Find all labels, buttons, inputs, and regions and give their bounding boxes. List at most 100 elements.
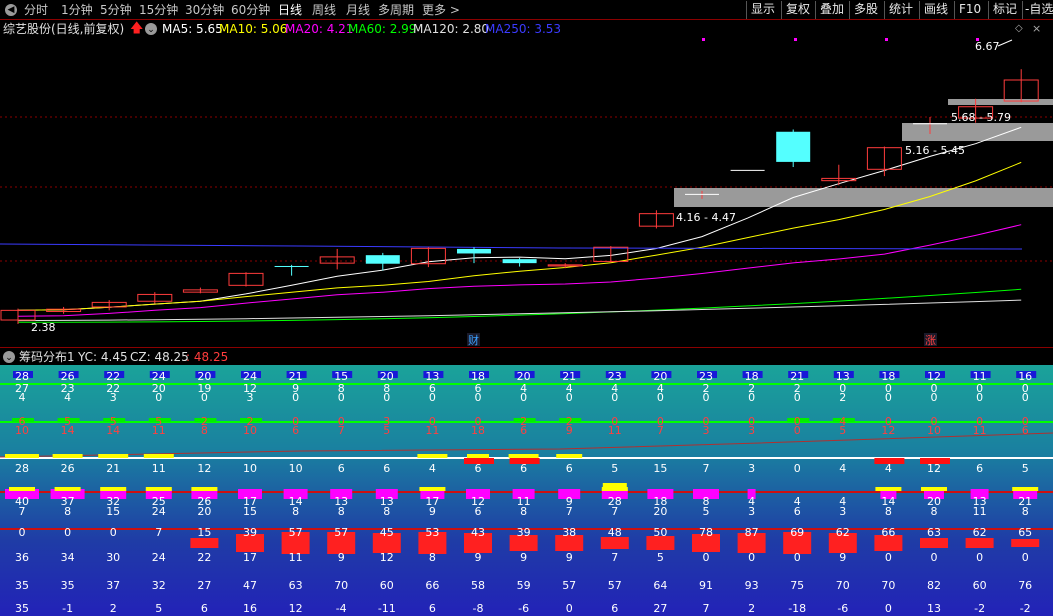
chip-cell-r2-c14: 0 bbox=[657, 391, 664, 404]
chip-cell-r2-c19: 0 bbox=[885, 391, 892, 404]
tab-period-6[interactable]: 日线 bbox=[278, 2, 302, 18]
diamond-icon[interactable]: ◇ bbox=[1015, 22, 1023, 36]
moving-average-lines bbox=[0, 126, 1023, 323]
chip-cell-r7-c1: 8 bbox=[64, 505, 71, 518]
chip-yellow-bar-7 bbox=[556, 454, 583, 458]
chip-cell-r7-c22: 8 bbox=[1022, 505, 1029, 518]
chip-yellow-cap-8 bbox=[921, 487, 947, 491]
chip-cell-r9-c5: 17 bbox=[243, 551, 257, 564]
chip-cell-r10-c0: 35 bbox=[15, 579, 29, 592]
candlestick-chart[interactable]: 6.67 5.68 - 5.79 5.16 - 5.45 4.16 - 4.47 2.3… bbox=[0, 38, 1053, 347]
tool-button-5[interactable]: 画线 bbox=[919, 1, 952, 19]
chip-cell-r11-c2: 2 bbox=[110, 602, 117, 615]
ma20-line bbox=[17, 224, 1022, 317]
chip-distribution-panel[interactable]: 28 26 22 24 20 24 21 15 20 13 18 20 21 23 20 23 18 21 13 18… bbox=[0, 365, 1053, 616]
chip-yellow-cap-0 bbox=[9, 487, 35, 491]
price-tag-1: 5.68 - 5.79 bbox=[951, 111, 1011, 124]
chip-cell-r2-c21: 0 bbox=[976, 391, 983, 404]
chip-cell-r8-c3: 7 bbox=[155, 526, 162, 539]
chip-cell-r2-c20: 0 bbox=[931, 391, 938, 404]
chip-cell-r2-c6: 0 bbox=[292, 391, 299, 404]
candle-body-6 bbox=[274, 265, 309, 267]
chip-cell-r8-c1: 0 bbox=[64, 526, 71, 539]
chip-cell-r8-c13: 48 bbox=[608, 526, 622, 539]
chip-cell-r5-c8: 6 bbox=[383, 462, 390, 475]
chip-yellow-cap-3 bbox=[145, 487, 172, 491]
tool-button-0[interactable]: 显示 bbox=[746, 1, 779, 19]
chip-range-box-0 bbox=[948, 99, 1053, 105]
chip-cell-r10-c2: 37 bbox=[106, 579, 120, 592]
chip-yellow-cap-2 bbox=[100, 487, 127, 491]
chip-yellow-cap-7 bbox=[875, 487, 902, 491]
chip-cell-r9-c14: 5 bbox=[657, 551, 664, 564]
chip-cell-r2-c7: 0 bbox=[338, 391, 345, 404]
chip-cell-r2-c17: 0 bbox=[794, 391, 801, 404]
chip-cell-r11-c12: 0 bbox=[566, 602, 573, 615]
tool-button-8[interactable]: -自选 bbox=[1022, 1, 1053, 19]
chip-cell-r2-c15: 0 bbox=[703, 391, 710, 404]
chip-cell-r4-c21: 11 bbox=[973, 424, 987, 437]
tool-button-6[interactable]: F10 bbox=[954, 1, 985, 19]
chip-cell-r5-c17: 0 bbox=[794, 462, 801, 475]
chip-cell-r4-c15: 3 bbox=[703, 424, 710, 437]
close-icon[interactable]: × bbox=[1032, 22, 1041, 36]
tool-button-7[interactable]: 标记 bbox=[988, 1, 1021, 19]
ma20-label: MA20: 4.21 bbox=[285, 22, 354, 36]
price-tag-0: 6.67 bbox=[975, 40, 1000, 53]
tab-period-9[interactable]: 多周期 bbox=[378, 2, 414, 18]
chip-cell-r8-c10: 43 bbox=[471, 526, 485, 539]
chip-cell-r4-c18: 5 bbox=[839, 424, 846, 437]
tab-period-4[interactable]: 30分钟 bbox=[185, 2, 224, 18]
ma5-label: MA5: 5.65 bbox=[162, 22, 223, 36]
chip-cell-r8-c20: 63 bbox=[927, 526, 941, 539]
tab-period-5[interactable]: 60分钟 bbox=[231, 2, 270, 18]
chip-cell-r10-c18: 70 bbox=[836, 579, 850, 592]
chip-cell-r8-c5: 39 bbox=[243, 526, 257, 539]
chip-cell-r8-c0: 0 bbox=[19, 526, 26, 539]
chip-cell-r11-c21: -2 bbox=[974, 602, 985, 615]
chip-cell-r5-c15: 7 bbox=[703, 462, 710, 475]
tab-period-1[interactable]: 1分钟 bbox=[61, 2, 93, 18]
tab-period-2[interactable]: 5分钟 bbox=[100, 2, 132, 18]
ma250-line bbox=[0, 243, 1023, 250]
tab-period-10[interactable]: 更多 > bbox=[422, 2, 460, 18]
tool-button-4[interactable]: 统计 bbox=[884, 1, 917, 19]
tool-button-2[interactable]: 叠加 bbox=[815, 1, 848, 19]
stock-title[interactable]: 综艺股份(日线,前复权) bbox=[3, 22, 124, 36]
ma10-line bbox=[17, 161, 1022, 311]
chip-cell-r9-c0: 36 bbox=[15, 551, 29, 564]
chip-cell-r5-c20: 12 bbox=[927, 462, 941, 475]
chip-cell-r5-c11: 6 bbox=[520, 462, 527, 475]
chip-cell-r8-c9: 53 bbox=[425, 526, 439, 539]
red-up-arrow-icon: 🡅 bbox=[130, 21, 144, 36]
chip-cell-r10-c11: 59 bbox=[517, 579, 531, 592]
chip-cell-r10-c4: 27 bbox=[197, 579, 211, 592]
chip-cell-r9-c20: 0 bbox=[931, 551, 938, 564]
candle-body-10 bbox=[457, 248, 491, 254]
chevron-down-icon[interactable]: ⌄ bbox=[3, 351, 15, 363]
tab-period-0[interactable]: 分时 bbox=[24, 2, 48, 18]
tool-button-1[interactable]: 复权 bbox=[781, 1, 814, 19]
chip-cell-r8-c12: 38 bbox=[562, 526, 576, 539]
tab-period-8[interactable]: 月线 bbox=[346, 2, 370, 18]
chip-cell-r9-c4: 22 bbox=[197, 551, 211, 564]
event-tag-0: 财 bbox=[468, 333, 479, 347]
chip-cell-r7-c13: 7 bbox=[611, 505, 618, 518]
chip-title[interactable]: 筹码分布1 bbox=[19, 350, 75, 364]
top-toolbar: ◀ 分时 1分钟 5分钟 15分钟 30分钟 60分钟 日线 周线 月线 多周期… bbox=[0, 0, 1053, 20]
tab-period-7[interactable]: 周线 bbox=[312, 2, 336, 18]
chip-cell-r11-c20: 13 bbox=[927, 602, 941, 615]
chip-cell-r4-c1: 14 bbox=[61, 424, 75, 437]
chip-cell-r7-c0: 7 bbox=[19, 505, 26, 518]
chip-cell-r8-c15: 78 bbox=[699, 526, 713, 539]
menu-arrow-icon[interactable]: ◀ bbox=[5, 4, 17, 16]
chip-cell-r5-c14: 15 bbox=[653, 462, 667, 475]
chip-cell-r4-c16: 3 bbox=[748, 424, 755, 437]
chip-cell-r7-c10: 6 bbox=[475, 505, 482, 518]
chip-cell-r2-c10: 0 bbox=[475, 391, 482, 404]
chip-cell-r5-c9: 4 bbox=[429, 462, 436, 475]
chip-cell-r9-c10: 9 bbox=[475, 551, 482, 564]
tool-button-3[interactable]: 多股 bbox=[849, 1, 882, 19]
tab-period-3[interactable]: 15分钟 bbox=[139, 2, 178, 18]
chevron-down-icon[interactable]: ⌄ bbox=[145, 23, 157, 35]
